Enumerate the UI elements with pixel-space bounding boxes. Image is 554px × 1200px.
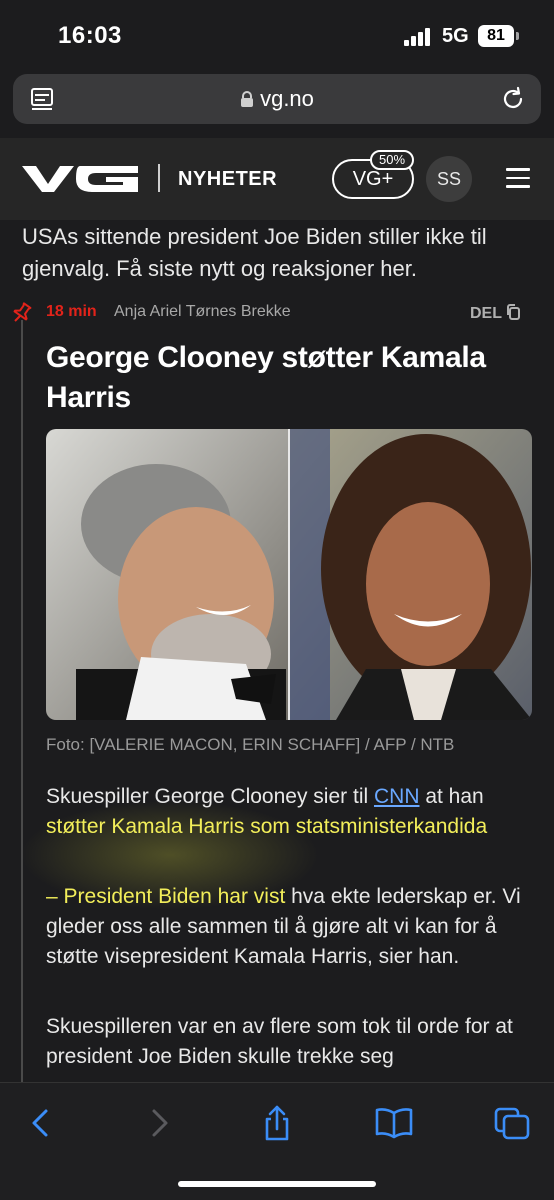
signal-icon xyxy=(404,28,432,46)
p1-highlighted: støtter Kamala Harris som statsministerk… xyxy=(46,815,488,838)
share-icon[interactable] xyxy=(257,1103,297,1143)
url-display[interactable]: vg.no xyxy=(13,86,541,112)
discount-badge: 50% xyxy=(370,150,414,170)
header-divider xyxy=(158,164,160,192)
url-text: vg.no xyxy=(260,86,314,111)
paragraph-3: Skuespilleren var en av flere som tok ti… xyxy=(46,1015,513,1068)
paragraph-2: – President Biden har vist hva ekte lede… xyxy=(46,882,536,972)
timeline-line xyxy=(21,320,23,1082)
status-time: 16:03 xyxy=(58,22,122,49)
back-icon[interactable] xyxy=(20,1103,60,1143)
pin-icon xyxy=(13,302,32,322)
post-headline: George Clooney støtter Kamala Harris xyxy=(46,341,486,414)
p2-highlighted: – President Biden har vist xyxy=(46,885,286,908)
photo-caption: Foto: [VALERIE MACON, ERIN SCHAFF] / AFP… xyxy=(46,735,455,754)
user-avatar[interactable]: SS xyxy=(426,156,472,202)
copy-share-icon xyxy=(507,304,520,320)
hamburger-menu-icon[interactable] xyxy=(506,168,530,188)
battery-icon: 81 xyxy=(478,25,519,47)
lock-icon xyxy=(241,91,254,107)
post-author[interactable]: Anja Ariel Tørnes Brekke xyxy=(114,303,291,321)
vg-logo[interactable] xyxy=(22,166,138,192)
cnn-link[interactable]: CNN xyxy=(374,785,420,808)
live-lead-text: USAs sittende president Joe Biden stille… xyxy=(22,224,487,281)
status-bar: 16:03 5G 81 xyxy=(0,0,554,70)
site-header: NYHETER VG+ 50% SS xyxy=(0,138,554,220)
reload-icon[interactable] xyxy=(499,85,527,113)
tabs-icon[interactable] xyxy=(492,1103,532,1143)
article-photo[interactable] xyxy=(46,429,532,720)
p1-text-b: at han xyxy=(419,785,484,808)
forward-icon[interactable] xyxy=(140,1103,180,1143)
article-content[interactable]: USAs sittende president Joe Biden stille… xyxy=(0,220,554,1082)
paragraph-1: Skuespiller George Clooney sier til CNN … xyxy=(46,782,536,842)
bookmarks-icon[interactable] xyxy=(374,1103,414,1143)
home-indicator[interactable] xyxy=(178,1181,376,1187)
share-button[interactable]: DEL xyxy=(470,303,521,323)
post-time: 18 min xyxy=(46,303,97,320)
share-label: DEL xyxy=(470,305,502,322)
p1-text-a: Skuespiller George Clooney sier til xyxy=(46,785,374,808)
section-link[interactable]: NYHETER xyxy=(178,168,277,191)
address-bar[interactable]: vg.no xyxy=(13,74,541,124)
network-type: 5G xyxy=(442,25,469,47)
